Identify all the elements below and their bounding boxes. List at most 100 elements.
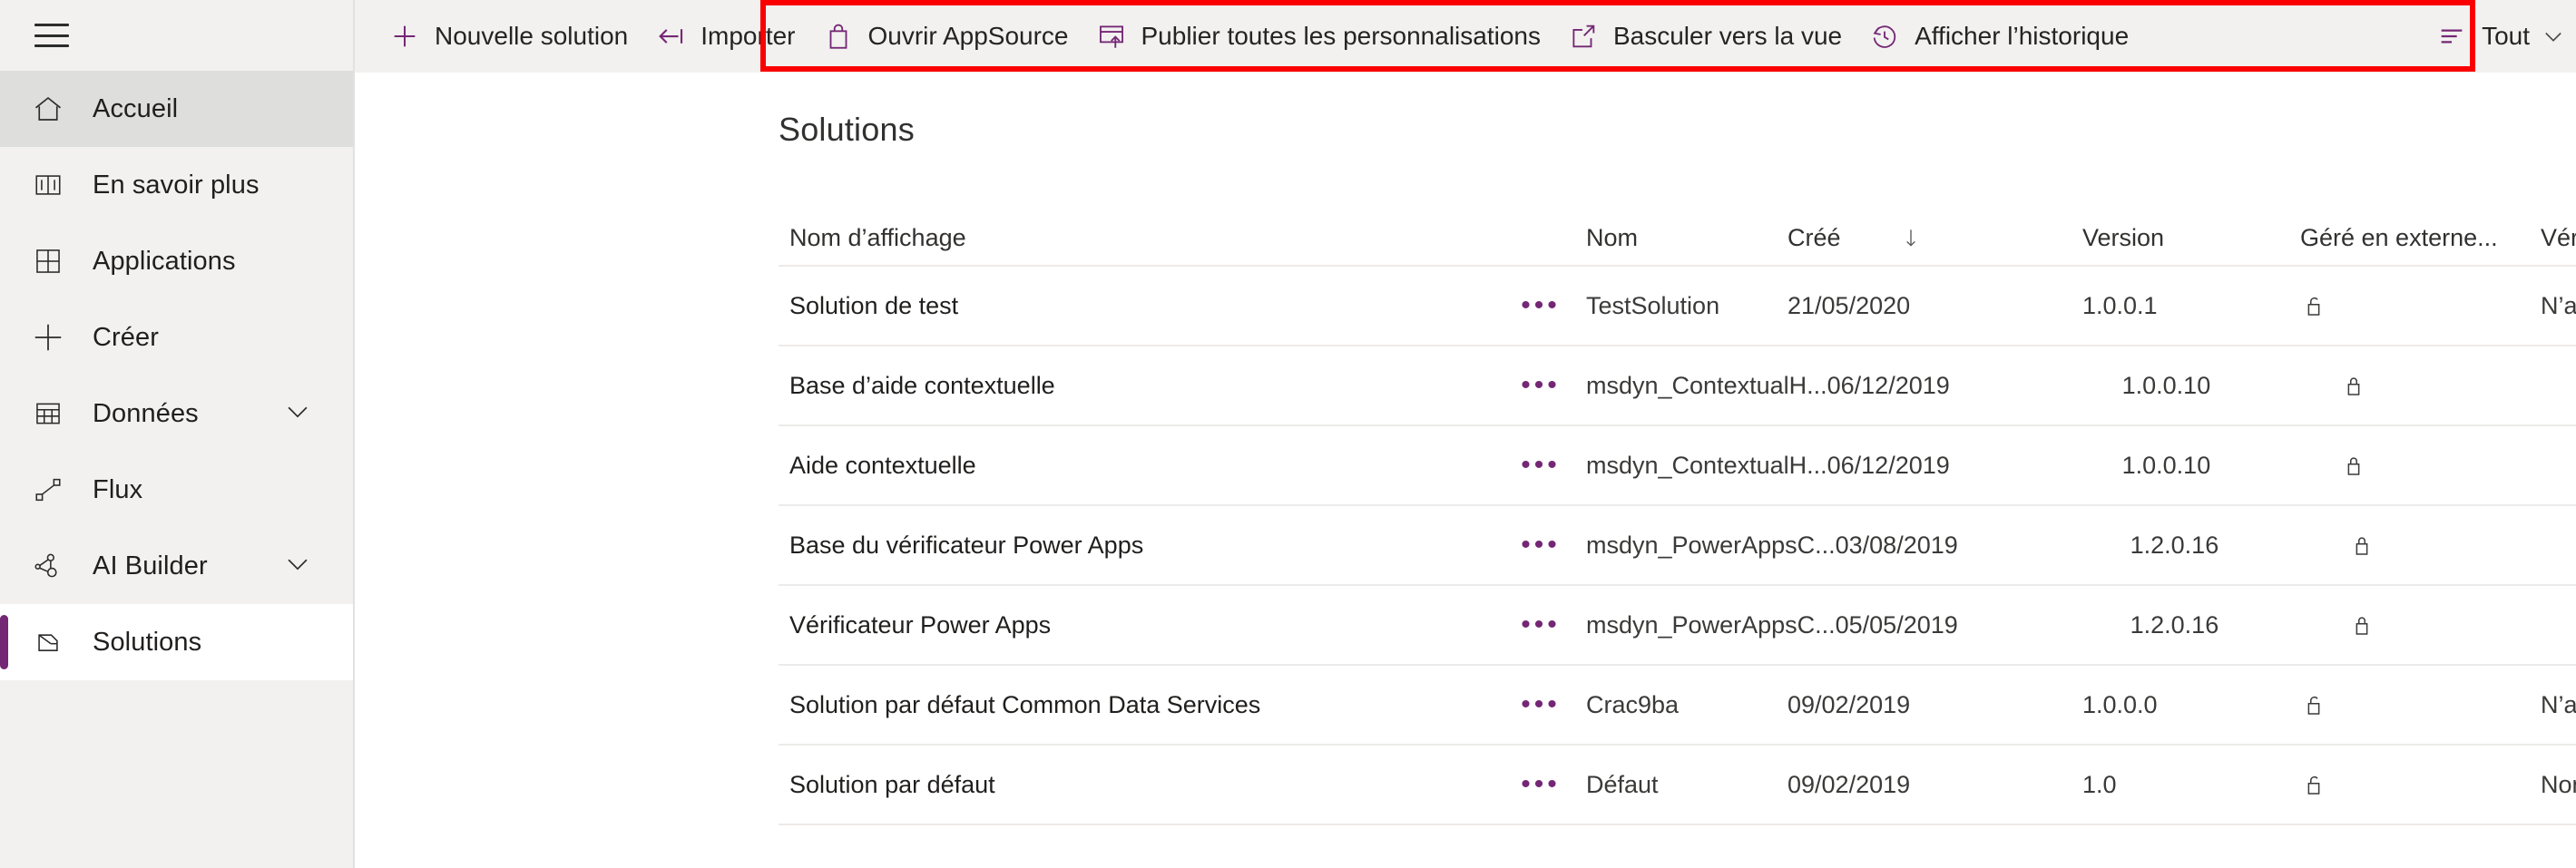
unlocked-padlock-icon: [2300, 292, 2541, 319]
row-context-menu-button[interactable]: •••: [1495, 370, 1586, 400]
table-header-row: Nom d’affichage Nom Créé Version Géré en…: [779, 210, 2576, 267]
cell-display-name[interactable]: Solution de test: [779, 292, 1495, 320]
column-header-version[interactable]: Version: [2082, 224, 2300, 252]
publish-all-customizations-button[interactable]: Publier toutes les personnalisations: [1082, 0, 1553, 73]
cell-created: 09/02/2019: [1788, 690, 1911, 718]
cell-version: 1.0: [2082, 770, 2117, 798]
table-row[interactable]: Solution par défaut ••• Défaut 09/02/201…: [779, 746, 2576, 825]
column-header-created-label: Créé: [1788, 223, 1841, 251]
apps-grid-icon: [27, 243, 69, 279]
table-row[interactable]: Aide contextuelle ••• msdyn_ContextualH.…: [779, 426, 2576, 506]
cell-display-name[interactable]: Aide contextuelle: [779, 452, 1495, 480]
sidebar-item-creer[interactable]: Créer: [0, 299, 353, 375]
sidebar-item-applications[interactable]: Applications: [0, 223, 353, 299]
switch-to-classic-view-button[interactable]: Basculer vers la vue: [1553, 0, 1855, 73]
column-header-name[interactable]: Nom: [1586, 224, 1788, 252]
cell-solution-checker: N’a pas été exécutée: [2541, 690, 2576, 718]
sidebar-item-label: Créer: [93, 322, 160, 352]
plus-icon: [27, 319, 69, 356]
cell-created: 05/05/2019: [1835, 610, 1958, 639]
solutions-page: Solutions Nom d’affichage Nom Créé Versi…: [355, 111, 2576, 825]
row-context-menu-button[interactable]: •••: [1495, 610, 1586, 639]
import-button[interactable]: Importer: [641, 0, 808, 73]
new-solution-button[interactable]: Nouvelle solution: [375, 0, 641, 73]
cell-created: 03/08/2019: [1835, 531, 1958, 559]
view-filter-label: Tout: [2482, 22, 2530, 50]
locked-padlock-icon: [2340, 372, 2576, 399]
ellipsis-icon: •••: [1521, 530, 1561, 560]
cell-created: 09/02/2019: [1788, 770, 1911, 798]
sidebar-item-flux[interactable]: Flux: [0, 452, 353, 528]
sidebar-item-solutions[interactable]: Solutions: [0, 604, 353, 680]
cell-version: 1.0.0.1: [2082, 291, 2158, 319]
column-header-created[interactable]: Créé: [1788, 224, 2082, 252]
chevron-down-icon[interactable]: [282, 396, 313, 432]
solutions-table: Nom d’affichage Nom Créé Version Géré en…: [779, 210, 2576, 825]
cell-display-name[interactable]: Solution par défaut: [779, 771, 1495, 799]
cell-name: msdyn_PowerAppsC...: [1586, 610, 1836, 639]
page-title: Solutions: [779, 111, 915, 148]
row-context-menu-button[interactable]: •••: [1495, 450, 1586, 480]
unlocked-padlock-icon: [2300, 691, 2541, 718]
cell-managed-externally: [2340, 372, 2576, 399]
book-icon: [27, 167, 69, 203]
command-bar: Nouvelle solution Importer Ouvrir AppSou…: [355, 0, 2576, 73]
cell-managed-externally: [2300, 771, 2541, 798]
table-row[interactable]: Base d’aide contextuelle ••• msdyn_Conte…: [779, 346, 2576, 426]
row-context-menu-button[interactable]: •••: [1495, 292, 1586, 319]
column-header-solution-checker[interactable]: Vérification de la solution: [2541, 224, 2576, 252]
locked-padlock-icon: [2340, 452, 2576, 479]
cell-managed-externally: [2348, 532, 2576, 559]
cell-version: 1.2.0.16: [2130, 610, 2219, 639]
cell-name: msdyn_ContextualH...: [1586, 451, 1827, 479]
column-header-display-name[interactable]: Nom d’affichage: [779, 224, 1495, 252]
cell-display-name[interactable]: Base du vérificateur Power Apps: [779, 532, 1495, 560]
sidebar-header: [0, 0, 353, 71]
chevron-down-icon[interactable]: [282, 549, 313, 584]
ellipsis-icon: •••: [1521, 450, 1561, 480]
plus-icon: [387, 19, 422, 54]
command-label: Ouvrir AppSource: [867, 22, 1069, 50]
column-header-managed-externally[interactable]: Géré en externe...: [2300, 224, 2541, 252]
cell-version: 1.0.0.10: [2121, 451, 2211, 479]
show-history-button[interactable]: Afficher l’historique: [1855, 0, 2141, 73]
cell-name: TestSolution: [1586, 291, 1720, 319]
open-appsource-button[interactable]: Ouvrir AppSource: [808, 0, 1082, 73]
left-navigation-sidebar: Accueil En savoir plus Applications Crée…: [0, 0, 355, 868]
table-row[interactable]: Solution par défaut Common Data Services…: [779, 666, 2576, 746]
sidebar-item-accueil[interactable]: Accueil: [0, 71, 353, 147]
cell-display-name[interactable]: Vérificateur Power Apps: [779, 611, 1495, 639]
ellipsis-icon: •••: [1521, 769, 1561, 799]
sidebar-item-label: Données: [93, 398, 199, 428]
hamburger-menu-icon[interactable]: [34, 24, 69, 47]
sidebar-item-label: Applications: [93, 246, 236, 276]
sidebar-item-donnees[interactable]: Données: [0, 375, 353, 452]
chevron-down-icon[interactable]: [2541, 24, 2566, 49]
sidebar-item-label: Flux: [93, 474, 143, 504]
command-label: Nouvelle solution: [435, 22, 629, 50]
cell-display-name[interactable]: Base d’aide contextuelle: [779, 372, 1495, 400]
locked-padlock-icon: [2348, 611, 2576, 639]
table-row[interactable]: Vérificateur Power Apps ••• msdyn_PowerA…: [779, 586, 2576, 666]
row-context-menu-button[interactable]: •••: [1495, 769, 1586, 799]
table-row[interactable]: Solution de test ••• TestSolution 21/05/…: [779, 267, 2576, 346]
ellipsis-icon: •••: [1521, 370, 1561, 400]
command-label: Basculer vers la vue: [1612, 22, 1843, 50]
view-filter-dropdown[interactable]: Tout: [2422, 0, 2576, 73]
row-context-menu-button[interactable]: •••: [1495, 530, 1586, 560]
command-bar-right: Tout: [2422, 0, 2576, 73]
cell-version: 1.0.0.0: [2082, 690, 2158, 718]
import-arrow-icon: [653, 19, 688, 54]
sidebar-item-en-savoir-plus[interactable]: En savoir plus: [0, 147, 353, 223]
cell-name: msdyn_ContextualH...: [1586, 371, 1827, 399]
powerapps-maker-portal: Accueil En savoir plus Applications Crée…: [0, 0, 2576, 868]
publish-up-arrow-icon: [1094, 19, 1129, 54]
table-row[interactable]: Base du vérificateur Power Apps ••• msdy…: [779, 506, 2576, 586]
solutions-icon: [27, 624, 69, 660]
ellipsis-icon: •••: [1521, 610, 1561, 639]
sidebar-item-ai-builder[interactable]: AI Builder: [0, 528, 353, 604]
flow-icon: [27, 472, 69, 508]
cell-display-name[interactable]: Solution par défaut Common Data Services: [779, 691, 1495, 719]
open-external-icon: [1566, 19, 1601, 54]
row-context-menu-button[interactable]: •••: [1495, 691, 1586, 718]
